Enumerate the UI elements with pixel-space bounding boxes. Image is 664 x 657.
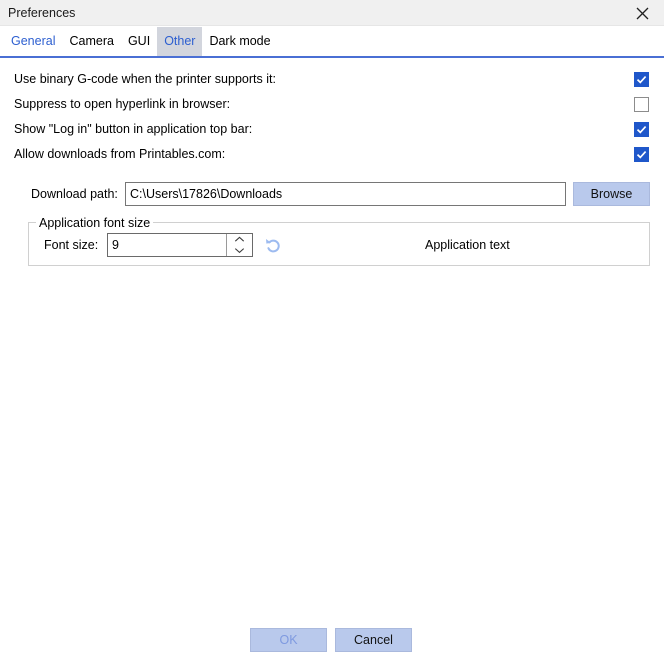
download-path-label: Download path: [31,186,118,203]
group-title: Application font size [36,215,153,231]
tab-bar: General Camera GUI Other Dark mode [0,27,664,57]
tab-dark-mode[interactable]: Dark mode [202,27,277,56]
tab-general[interactable]: General [4,27,62,56]
tab-underline [0,56,664,58]
tab-camera[interactable]: Camera [62,27,120,56]
option-label: Use binary G-code when the printer suppo… [14,71,276,88]
tab-other[interactable]: Other [157,27,202,56]
option-label: Allow downloads from Printables.com: [14,146,225,163]
application-text-preview: Application text [425,237,510,254]
font-size-stepper[interactable] [107,233,253,257]
chevron-up-icon[interactable] [227,234,252,245]
option-row-suppress-hyperlink: Suppress to open hyperlink in browser: [0,93,664,118]
download-path-input[interactable] [125,182,566,206]
checkbox-allow-downloads[interactable] [634,147,649,162]
dialog-button-row: OK Cancel [0,628,664,652]
font-size-label: Font size: [44,237,98,254]
close-icon[interactable] [620,0,664,26]
tab-gui[interactable]: GUI [121,27,157,56]
application-font-size-group: Application font size Font size: Applica… [28,222,650,266]
option-label: Suppress to open hyperlink in browser: [14,96,230,113]
option-row-binary-gcode: Use binary G-code when the printer suppo… [0,68,664,93]
cancel-button[interactable]: Cancel [335,628,412,652]
checkbox-suppress-hyperlink[interactable] [634,97,649,112]
download-path-row: Download path: Browse [0,182,664,208]
options-list: Use binary G-code when the printer suppo… [0,68,664,168]
option-row-allow-downloads: Allow downloads from Printables.com: [0,143,664,168]
option-label: Show "Log in" button in application top … [14,121,252,138]
undo-arrow-icon[interactable] [264,235,284,255]
checkbox-binary-gcode[interactable] [634,72,649,87]
checkbox-show-login[interactable] [634,122,649,137]
font-size-spin-buttons[interactable] [226,234,252,256]
ok-button[interactable]: OK [250,628,327,652]
browse-button[interactable]: Browse [573,182,650,206]
title-bar: Preferences [0,0,664,26]
window-title: Preferences [8,5,75,21]
chevron-down-icon[interactable] [227,245,252,256]
font-size-input[interactable] [108,234,226,256]
option-row-show-login: Show "Log in" button in application top … [0,118,664,143]
